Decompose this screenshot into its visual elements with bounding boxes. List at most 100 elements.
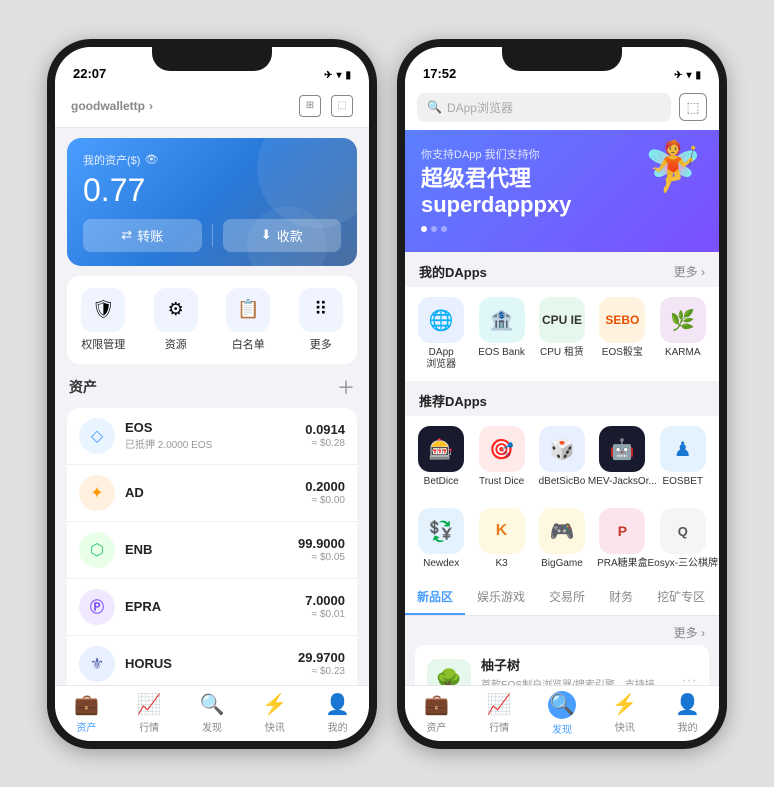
eosbet[interactable]: ♟ EOSBET bbox=[655, 426, 711, 488]
my-dapps-grid: 🌐 DApp浏览器 🏦 EOS Bank CPU IE CPU 租赁 S bbox=[405, 287, 719, 381]
resources-label: 资源 bbox=[165, 336, 187, 352]
tab-finance[interactable]: 财务 bbox=[597, 580, 645, 615]
search-bar: 🔍 DApp浏览器 ⬚ bbox=[405, 87, 719, 130]
eos-bank-icon: 🏦 bbox=[479, 297, 525, 343]
eos-name: EOS bbox=[125, 420, 295, 435]
tab2-news[interactable]: ⚡ 快讯 bbox=[593, 692, 656, 734]
asset-list: ◇ EOS 已抵押 2.0000 EOS 0.0914 ≈ $0.28 bbox=[67, 408, 357, 685]
search-input[interactable]: 🔍 DApp浏览器 bbox=[417, 93, 671, 122]
asset-item-ad[interactable]: ✦ AD 0.2000 ≈ $0.00 bbox=[67, 465, 357, 522]
phone-2: 17:52 ✈ ▾ ▮ 🔍 DApp浏览器 ⬚ bbox=[397, 39, 727, 749]
tab-daily[interactable]: 日常工... bbox=[717, 580, 719, 615]
tab-new[interactable]: 新品区 bbox=[405, 580, 465, 615]
karma-icon: 🌿 bbox=[660, 297, 706, 343]
tab-entertainment[interactable]: 娱乐游戏 bbox=[465, 580, 537, 615]
asset-item-horus[interactable]: ⚜ HORUS 29.9700 ≈ $0.23 bbox=[67, 636, 357, 685]
cpu-label: CPU 租赁 bbox=[540, 347, 584, 359]
cpu-icon: CPU IE bbox=[539, 297, 585, 343]
tab-exchange[interactable]: 交易所 bbox=[537, 580, 597, 615]
new-app-yuzushu[interactable]: 🌳 柚子树 首款EOS制户浏览器/搜索引擎，支持接关... ··· bbox=[415, 645, 709, 684]
betdice[interactable]: 🎰 BetDice bbox=[413, 426, 469, 488]
scan-button[interactable]: ⬚ bbox=[679, 93, 707, 121]
dapp-browser[interactable]: 🌐 DApp浏览器 bbox=[413, 297, 469, 371]
my-dapps-more[interactable]: 更多 › bbox=[674, 263, 705, 280]
news-tab-icon: ⚡ bbox=[262, 692, 287, 717]
promo-banner[interactable]: 你支持DApp 我们支持你 超级君代理superdapppxy 🧚 bbox=[405, 130, 719, 253]
status-icons-2: ✈ ▾ ▮ bbox=[674, 70, 701, 81]
tab2-me[interactable]: 👤 我的 bbox=[656, 692, 719, 734]
asset-item-enb[interactable]: ⬡ ENB 99.9000 ≈ $0.05 bbox=[67, 522, 357, 579]
recommended-title: 推荐DApps bbox=[419, 391, 487, 410]
eos-sub: 已抵押 2.0000 EOS bbox=[125, 436, 295, 451]
new-apps-section: 更多 › 🌳 柚子树 首款EOS制户浏览器/搜索引擎，支持接关... ··· 🃏 bbox=[405, 616, 719, 684]
eos-bank[interactable]: 🏦 EOS Bank bbox=[474, 297, 530, 371]
transfer-icon: ⇄ bbox=[121, 227, 132, 243]
airplane-icon: ✈ bbox=[324, 70, 332, 81]
transfer-button[interactable]: ⇄ 转账 bbox=[83, 219, 202, 252]
receive-button[interactable]: ⬇ 收款 bbox=[223, 219, 342, 252]
battery-icon: ▮ bbox=[345, 70, 351, 81]
enb-amount: 99.9000 ≈ $0.05 bbox=[298, 536, 345, 563]
status-icons-1: ✈ ▾ ▮ bbox=[324, 70, 351, 81]
notch-2 bbox=[502, 47, 622, 71]
recommended-header: 推荐DApps bbox=[405, 381, 719, 416]
tab2-news-icon: ⚡ bbox=[612, 692, 637, 717]
phone2-content: 🔍 DApp浏览器 ⬚ 你支持DApp 我们支持你 超级君代理superdapp… bbox=[405, 87, 719, 741]
tab-market[interactable]: 📈 行情 bbox=[118, 692, 181, 734]
recommended-row-2: 💱 Newdex K K3 🎮 BigGame P bbox=[405, 498, 719, 580]
dbet-sicbo[interactable]: 🎲 dBetSicBo bbox=[534, 426, 590, 488]
enb-info: ENB bbox=[125, 542, 288, 557]
tab2-assets-icon: 💼 bbox=[424, 692, 449, 717]
asset-item-eos[interactable]: ◇ EOS 已抵押 2.0000 EOS 0.0914 ≈ $0.28 bbox=[67, 408, 357, 465]
wallet-title[interactable]: goodwallettp › bbox=[71, 99, 153, 113]
add-asset-button[interactable]: ＋ bbox=[337, 374, 355, 400]
category-tabs: 新品区 娱乐游戏 交易所 财务 挖矿专区 日常工... bbox=[405, 580, 719, 616]
k3[interactable]: K K3 bbox=[474, 508, 530, 570]
tab-assets[interactable]: 💼 资产 bbox=[55, 692, 118, 734]
phone-1: 22:07 ✈ ▾ ▮ goodwallettp › ⊞ ⬚ bbox=[47, 39, 377, 749]
quick-item-3[interactable]: ⠿ 更多 bbox=[299, 288, 343, 352]
epra-amount: 7.0000 ≈ $0.01 bbox=[305, 593, 345, 620]
wallet-icon-scan[interactable]: ⬚ bbox=[331, 95, 353, 117]
asset-card: 我的资产($) 👁 0.77 ⇄ 转账 ⬇ 收款 bbox=[67, 138, 357, 266]
tab2-market[interactable]: 📈 行情 bbox=[468, 692, 531, 734]
eye-icon[interactable]: 👁 bbox=[144, 153, 158, 166]
eos-info: EOS 已抵押 2.0000 EOS bbox=[125, 420, 295, 451]
tab-discover[interactable]: 🔍 发现 bbox=[181, 692, 244, 734]
airplane-icon-2: ✈ bbox=[674, 70, 682, 81]
betdice-icon: 🎰 bbox=[418, 426, 464, 472]
ad-icon: ✦ bbox=[79, 475, 115, 511]
asset-label: 我的资产($) 👁 bbox=[83, 152, 341, 168]
quick-item-0[interactable]: 🛡 权限管理 bbox=[81, 288, 125, 352]
eos-icon: ◇ bbox=[79, 418, 115, 454]
tab-news[interactable]: ⚡ 快讯 bbox=[243, 692, 306, 734]
pra-candy[interactable]: P PRA糖果盒 bbox=[594, 508, 650, 570]
eos-dice[interactable]: SEBO EOS骰宝 bbox=[594, 297, 650, 371]
karma[interactable]: 🌿 KARMA bbox=[655, 297, 711, 371]
epra-icon: Ⓟ bbox=[79, 589, 115, 625]
tab2-assets[interactable]: 💼 资产 bbox=[405, 692, 468, 734]
wallet-icon-grid[interactable]: ⊞ bbox=[299, 95, 321, 117]
time-2: 17:52 bbox=[423, 66, 456, 81]
dapp-browser-icon: 🌐 bbox=[418, 297, 464, 343]
tab-bar-1: 💼 资产 📈 行情 🔍 发现 ⚡ 快讯 bbox=[55, 685, 369, 741]
biggame[interactable]: 🎮 BigGame bbox=[534, 508, 590, 570]
cpu-lease[interactable]: CPU IE CPU 租赁 bbox=[534, 297, 590, 371]
tab-me[interactable]: 👤 我的 bbox=[306, 692, 369, 734]
pra-icon: P bbox=[599, 508, 645, 554]
wifi-icon: ▾ bbox=[336, 70, 341, 81]
quick-item-1[interactable]: ⚙ 资源 bbox=[154, 288, 198, 352]
eosyx[interactable]: Q Eosyx-三公棋牌 bbox=[655, 508, 711, 570]
receive-icon: ⬇ bbox=[261, 227, 272, 243]
asset-section: 资产 ＋ ◇ EOS 已抵押 2.0000 EOS 0.0914 bbox=[67, 374, 357, 685]
my-dapps-header: 我的DApps 更多 › bbox=[405, 252, 719, 287]
new-apps-more[interactable]: 更多 › bbox=[674, 624, 705, 641]
newdex[interactable]: 💱 Newdex bbox=[413, 508, 469, 570]
tab2-discover[interactable]: 🔍 发现 bbox=[531, 691, 594, 736]
asset-item-epra[interactable]: Ⓟ EPRA 7.0000 ≈ $0.01 bbox=[67, 579, 357, 636]
tab-mining[interactable]: 挖矿专区 bbox=[645, 580, 717, 615]
trust-dice[interactable]: 🎯 Trust Dice bbox=[474, 426, 530, 488]
epra-info: EPRA bbox=[125, 599, 295, 614]
mev-jacks[interactable]: 🤖 MEV-JacksOr... bbox=[594, 426, 650, 488]
quick-item-2[interactable]: 📋 白名单 bbox=[226, 288, 270, 352]
